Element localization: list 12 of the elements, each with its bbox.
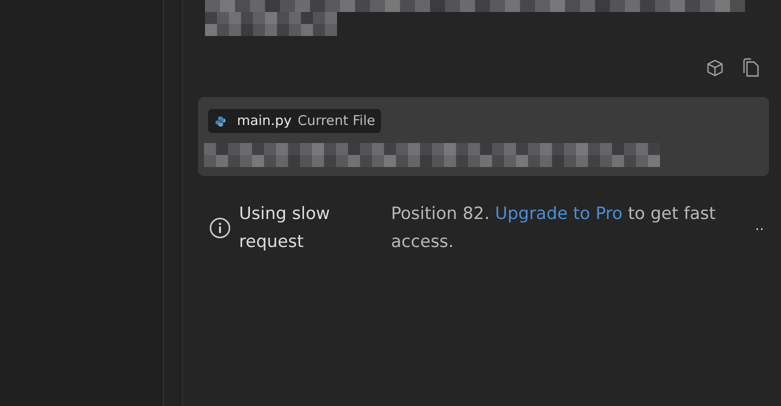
file-chip[interactable]: main.py Current File	[208, 109, 382, 133]
info-icon	[209, 217, 231, 239]
file-name: main.py	[237, 113, 292, 129]
notice-message: Position 82. Upgrade to Pro to get fast access.	[391, 203, 717, 254]
file-label: Current File	[298, 113, 376, 129]
upgrade-link[interactable]: Upgrade to Pro	[495, 204, 623, 224]
notice-title: Using slow request	[239, 203, 331, 254]
python-icon	[215, 116, 226, 126]
input-card[interactable]: main.py Current File	[198, 97, 769, 176]
cube-icon[interactable]	[706, 59, 724, 77]
loading-dots: ..	[755, 218, 764, 234]
copy-icon[interactable]	[742, 58, 760, 78]
